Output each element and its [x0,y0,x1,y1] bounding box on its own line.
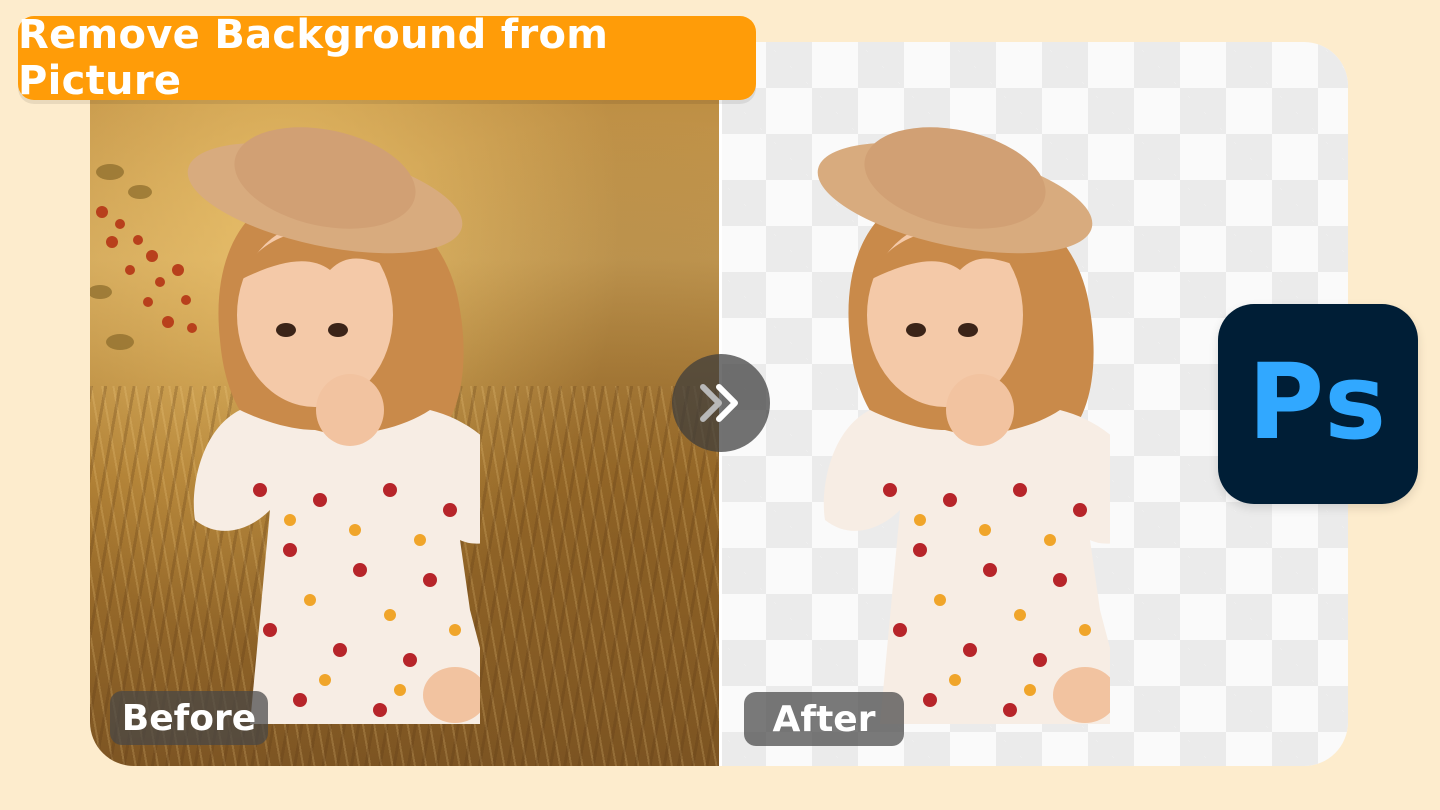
compare-slider-handle[interactable] [672,354,770,452]
subject-photo-before [187,127,480,724]
subject-cutout-after [817,127,1110,724]
double-chevron-right-icon [700,384,738,422]
after-label: After [744,692,904,746]
page-title: Remove Background from Picture [18,12,609,104]
before-label: Before [110,691,268,745]
title-badge: Remove Background from Picture [18,12,756,104]
photoshop-logo: Ps [1218,304,1418,504]
photoshop-logo-text: Ps [1247,341,1389,463]
